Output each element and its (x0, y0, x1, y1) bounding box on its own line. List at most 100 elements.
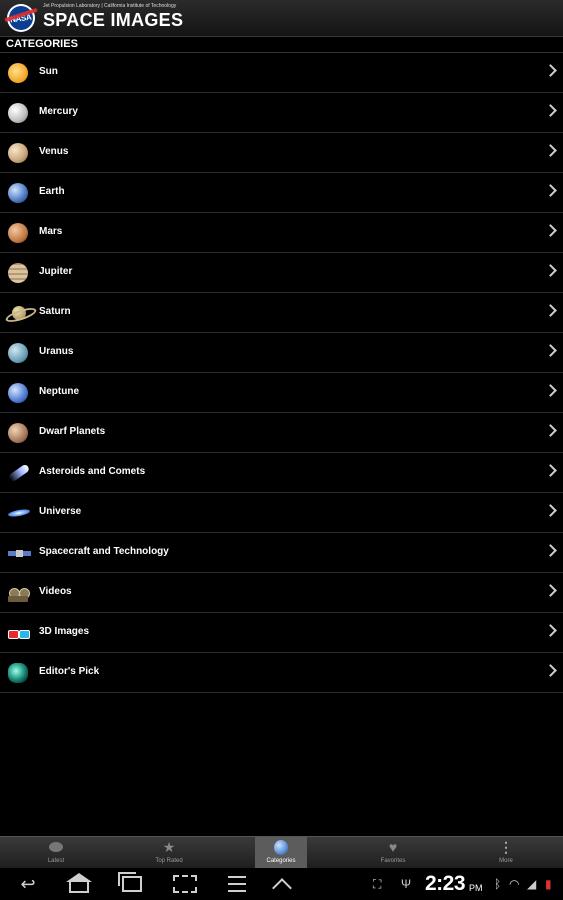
signal-icon: ◢ (527, 877, 537, 891)
category-row-spacecraft[interactable]: Spacecraft and Technology (0, 533, 563, 573)
usb-icon: Ψ (401, 877, 412, 891)
clock-ampm: PM (469, 883, 483, 893)
chevron-right-icon (544, 64, 557, 77)
category-row-jupiter[interactable]: Jupiter (0, 253, 563, 293)
category-row-mars[interactable]: Mars (0, 213, 563, 253)
venus-icon (8, 143, 28, 163)
category-row-venus[interactable]: Venus (0, 133, 563, 173)
category-row-uranus[interactable]: Uranus (0, 333, 563, 373)
category-label: Spacecraft and Technology (39, 546, 169, 557)
category-label: Saturn (39, 306, 71, 317)
back-arrow-icon: ↩ (20, 873, 36, 894)
home-icon (66, 873, 92, 893)
tab-label: More (499, 858, 513, 864)
category-row-editors-pick[interactable]: Editor's Pick (0, 653, 563, 693)
tab-top-rated[interactable]: ★ Top Rated (143, 837, 195, 869)
chevron-right-icon (544, 304, 557, 317)
globe-icon (274, 840, 288, 855)
jupiter-icon (8, 263, 28, 283)
category-row-earth[interactable]: Earth (0, 173, 563, 213)
chevron-right-icon (544, 224, 557, 237)
category-row-universe[interactable]: Universe (0, 493, 563, 533)
more-dots-icon: ⋮ (499, 839, 513, 855)
category-row-asteroids-comets[interactable]: Asteroids and Comets (0, 453, 563, 493)
category-label: Videos (39, 586, 72, 597)
chevron-right-icon (544, 184, 557, 197)
chevron-right-icon (544, 344, 557, 357)
category-label: Asteroids and Comets (39, 466, 146, 477)
tab-label: Top Rated (155, 858, 183, 864)
category-row-neptune[interactable]: Neptune (0, 373, 563, 413)
recent-apps-icon (118, 872, 142, 892)
tab-label: Categories (266, 858, 296, 864)
mercury-icon (8, 103, 28, 123)
chevron-right-icon (544, 504, 557, 517)
nebula-icon (8, 663, 28, 683)
category-label: Earth (39, 186, 65, 197)
wifi-icon: ◠ (509, 877, 520, 891)
screen-capture-icon: ⛶ (373, 877, 382, 891)
home-button[interactable] (66, 873, 92, 893)
category-label: Sun (39, 66, 58, 77)
app-header: NASA Jet Propulsion Laboratory | Califor… (0, 0, 563, 37)
category-label: Mars (39, 226, 63, 237)
satellite-icon (8, 543, 31, 563)
chevron-right-icon (544, 584, 557, 597)
category-label: Dwarf Planets (39, 426, 106, 437)
chevron-right-icon (544, 424, 557, 437)
system-navigation-bar: ↩ ⛶ Ψ 2:23 PM ᛒ ◠ ◢ ▮ (0, 868, 563, 900)
clock-time: 2:23 (425, 872, 466, 895)
page-title: SPACE IMAGES (43, 10, 184, 30)
chevron-right-icon (544, 264, 557, 277)
chevron-right-icon (544, 104, 557, 117)
category-label: 3D Images (39, 626, 90, 637)
category-row-mercury[interactable]: Mercury (0, 93, 563, 133)
bottom-tab-bar: Latest ★ Top Rated Categories ♥ Favorite… (0, 836, 563, 869)
chevron-right-icon (544, 664, 557, 677)
section-heading: CATEGORIES (6, 38, 78, 50)
menu-icon (228, 876, 246, 892)
tab-label: Latest (47, 858, 65, 864)
3d-glasses-icon (8, 623, 30, 643)
category-label: Venus (39, 146, 69, 157)
category-row-sun[interactable]: Sun (0, 53, 563, 93)
uranus-icon (8, 343, 28, 363)
mars-icon (8, 223, 28, 243)
tab-latest[interactable]: Latest (30, 837, 82, 869)
film-reel-icon (8, 583, 30, 603)
category-row-videos[interactable]: Videos (0, 573, 563, 613)
saturn-icon (4, 303, 38, 325)
category-label: Jupiter (39, 266, 73, 277)
sun-icon (8, 63, 28, 83)
jpl-credit-line: Jet Propulsion Laboratory | California I… (43, 3, 177, 9)
neptune-icon (8, 383, 28, 403)
category-row-3d-images[interactable]: 3D Images (0, 613, 563, 653)
expand-button[interactable] (269, 875, 295, 898)
tab-label: Favorites (380, 858, 406, 864)
screenshot-icon (173, 875, 197, 893)
heart-icon: ♥ (388, 839, 398, 855)
category-list: Sun Mercury Venus Earth Mars Jupiter Sat… (0, 53, 563, 693)
category-row-dwarf-planets[interactable]: Dwarf Planets (0, 413, 563, 453)
earth-icon (8, 183, 28, 203)
dwarf-planet-icon (8, 423, 28, 443)
chevron-up-icon (272, 878, 292, 898)
back-button[interactable]: ↩ (15, 873, 41, 894)
recent-apps-button[interactable] (118, 872, 145, 893)
category-label: Editor's Pick (39, 666, 100, 677)
category-label: Neptune (39, 386, 79, 397)
menu-button[interactable] (224, 875, 250, 893)
chevron-right-icon (544, 144, 557, 157)
tab-categories[interactable]: Categories (255, 837, 307, 869)
tab-favorites[interactable]: ♥ Favorites (367, 837, 419, 869)
tab-more[interactable]: ⋮ More (480, 837, 532, 869)
star-icon: ★ (162, 839, 176, 855)
battery-icon: ▮ (545, 877, 552, 891)
category-label: Universe (39, 506, 82, 517)
screenshot-button[interactable] (172, 875, 198, 893)
galaxy-icon (7, 503, 31, 523)
chevron-right-icon (544, 464, 557, 477)
planet-icon (49, 842, 63, 852)
category-row-saturn[interactable]: Saturn (0, 293, 563, 333)
chevron-right-icon (544, 384, 557, 397)
